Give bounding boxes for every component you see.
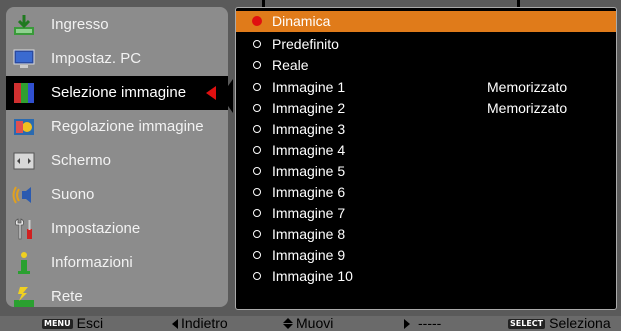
menu-item-schermo[interactable]: Schermo (6, 144, 228, 178)
radio-selected-icon (252, 16, 262, 26)
help-esci: MENU Esci (42, 316, 103, 331)
menu-item-label: Selezione immagine (51, 84, 187, 101)
settings-icon (12, 217, 36, 241)
help-right: ----- (404, 316, 441, 331)
main-menu-panel: Ingresso Impostaz. PC Selezione immagine… (6, 7, 228, 307)
option-label: Immagine 10 (272, 268, 353, 284)
submenu-panel: Dinamica Predefinito Reale Immagine 1 Me… (235, 7, 617, 310)
arrow-right-icon (404, 318, 410, 329)
arrow-up-down-icon (283, 318, 293, 329)
option-row-immagine-7[interactable]: Immagine 7 (236, 203, 616, 224)
option-row-dinamica[interactable]: Dinamica (236, 11, 616, 32)
menu-item-label: Ingresso (51, 16, 109, 33)
option-label: Predefinito (272, 36, 339, 52)
radio-icon (253, 230, 261, 238)
option-row-immagine-2[interactable]: Immagine 2 Memorizzato (236, 98, 616, 119)
help-seleziona-label: Seleziona (549, 315, 611, 331)
option-row-immagine-9[interactable]: Immagine 9 (236, 245, 616, 266)
radio-icon (253, 272, 261, 280)
radio-icon (253, 61, 261, 69)
option-row-immagine-8[interactable]: Immagine 8 (236, 224, 616, 245)
menu-item-label: Impostazione (51, 220, 141, 237)
option-status: Memorizzato (487, 79, 568, 95)
option-row-predefinito[interactable]: Predefinito (236, 34, 616, 55)
option-label: Immagine 1 (272, 79, 346, 95)
option-label: Immagine 8 (272, 226, 346, 242)
help-muovi-label: Muovi (296, 315, 334, 331)
menu-item-suono[interactable]: Suono (6, 178, 228, 212)
option-label: Immagine 2 (272, 100, 346, 116)
option-label: Immagine 7 (272, 205, 346, 221)
menu-item-label: Informazioni (51, 254, 133, 271)
radio-icon (253, 188, 261, 196)
help-muovi: Muovi (283, 316, 333, 331)
menu-item-label: Impostaz. PC (51, 50, 142, 67)
radio-icon (253, 104, 261, 112)
option-label: Dinamica (272, 13, 331, 29)
option-row-immagine-10[interactable]: Immagine 10 (236, 266, 616, 287)
menu-item-impostaz-pc[interactable]: Impostaz. PC (6, 42, 228, 76)
option-row-immagine-4[interactable]: Immagine 4 (236, 140, 616, 161)
help-seleziona: SELECT Seleziona (508, 316, 611, 331)
option-status: Memorizzato (487, 100, 568, 116)
help-indietro-label: Indietro (181, 315, 228, 331)
menu-item-regolazione-immagine[interactable]: Regolazione immagine (6, 110, 228, 144)
menu-item-label: Suono (51, 186, 95, 203)
help-bar: MENU Esci Indietro Muovi ----- SELECT Se… (0, 316, 621, 331)
select-key-icon: SELECT (508, 318, 546, 329)
help-indietro: Indietro (172, 316, 228, 331)
menu-item-informazioni[interactable]: Informazioni (6, 246, 228, 280)
radio-icon (253, 167, 261, 175)
option-row-immagine-6[interactable]: Immagine 6 (236, 182, 616, 203)
input-icon (12, 13, 36, 37)
menu-item-label: Regolazione immagine (51, 118, 204, 135)
help-esci-label: Esci (76, 315, 104, 331)
option-label: Reale (272, 57, 309, 73)
info-icon (12, 251, 36, 275)
radio-icon (253, 40, 261, 48)
network-icon (12, 285, 36, 309)
menu-key-icon: MENU (42, 318, 73, 329)
option-label: Immagine 4 (272, 142, 346, 158)
option-row-immagine-3[interactable]: Immagine 3 (236, 119, 616, 140)
help-right-label: ----- (418, 315, 442, 331)
projector-menu-screen: Ingresso Impostaz. PC Selezione immagine… (0, 0, 621, 316)
menu-item-rete[interactable]: Rete (6, 280, 228, 314)
sound-icon (12, 183, 36, 207)
arrow-left-icon (172, 318, 178, 329)
option-label: Immagine 6 (272, 184, 346, 200)
image-select-icon (12, 81, 36, 105)
radio-icon (253, 251, 261, 259)
radio-icon (253, 146, 261, 154)
selection-pointer (221, 79, 233, 113)
option-label: Immagine 5 (272, 163, 346, 179)
option-label: Immagine 3 (272, 121, 346, 137)
pc-icon (12, 47, 36, 71)
radio-icon (253, 125, 261, 133)
option-row-immagine-5[interactable]: Immagine 5 (236, 161, 616, 182)
menu-item-label: Rete (51, 288, 83, 305)
menu-item-label: Schermo (51, 152, 112, 169)
menu-item-ingresso[interactable]: Ingresso (6, 8, 228, 42)
radio-icon (253, 209, 261, 217)
selection-arrow-icon (206, 86, 216, 100)
radio-icon (253, 83, 261, 91)
option-row-immagine-1[interactable]: Immagine 1 Memorizzato (236, 77, 616, 98)
image-adjust-icon (12, 115, 36, 139)
option-label: Immagine 9 (272, 247, 346, 263)
option-row-reale[interactable]: Reale (236, 55, 616, 76)
menu-item-impostazione[interactable]: Impostazione (6, 212, 228, 246)
screen-icon (12, 149, 36, 173)
menu-item-selezione-immagine[interactable]: Selezione immagine (6, 76, 228, 110)
